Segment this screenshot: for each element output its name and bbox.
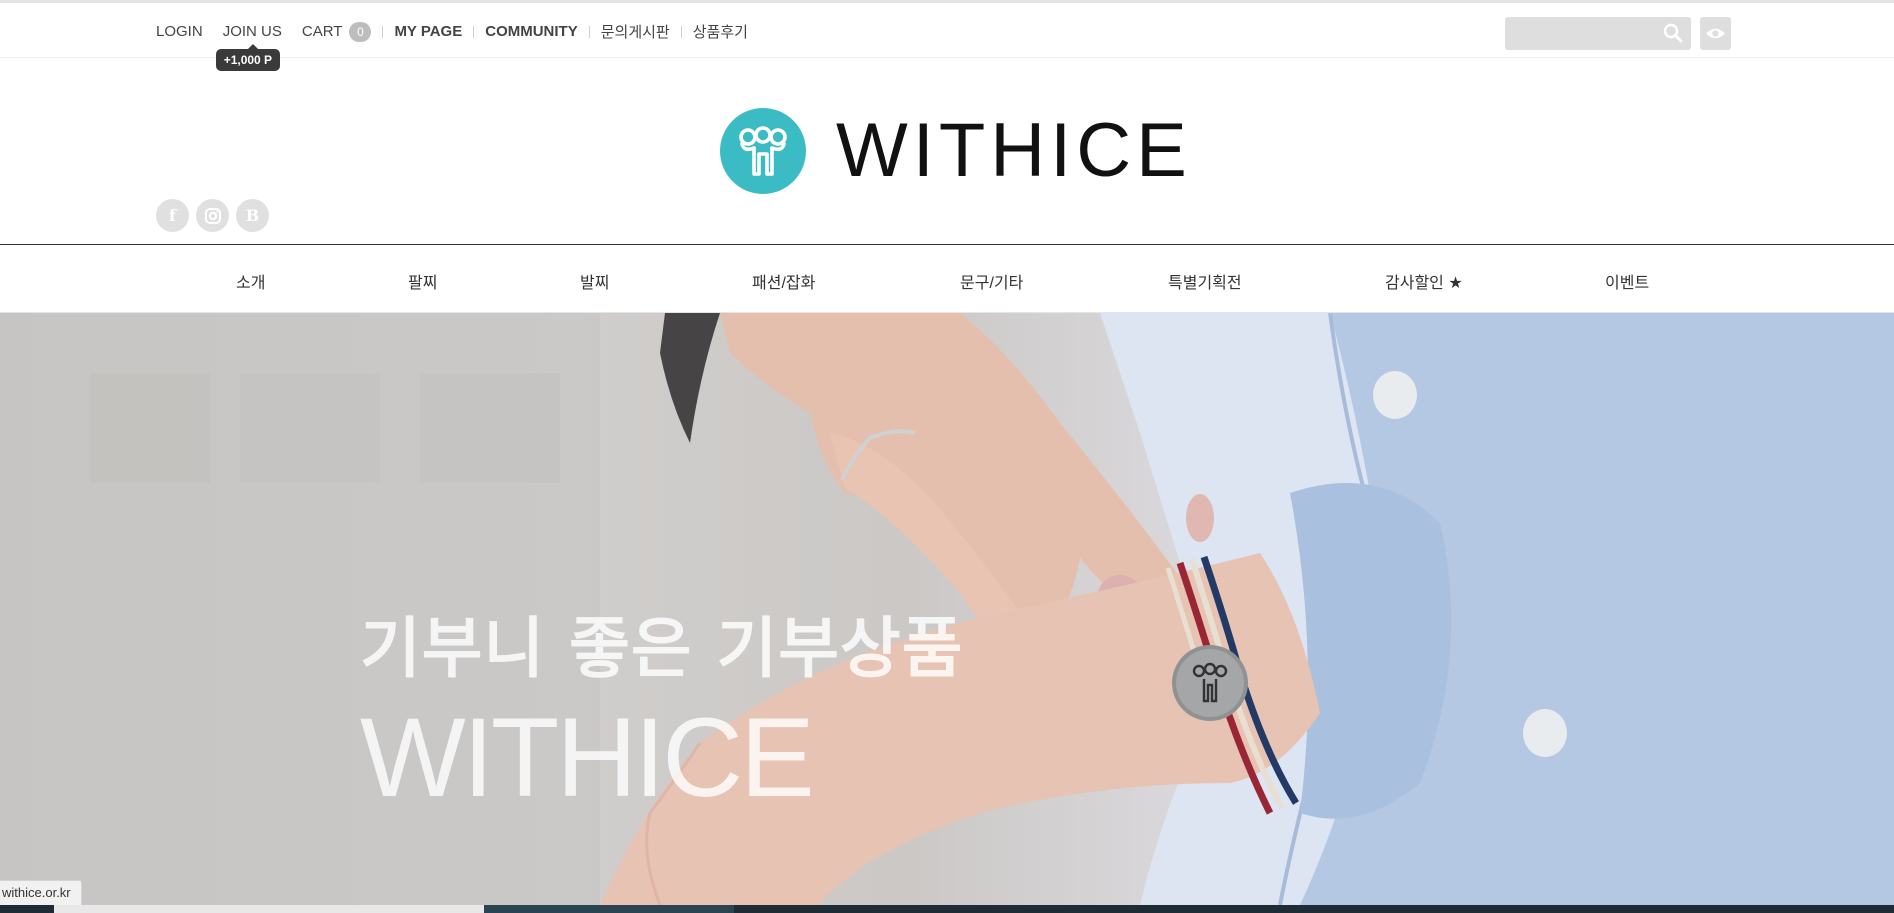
blog-icon[interactable]: B xyxy=(236,199,269,232)
join-us-link[interactable]: JOIN US xyxy=(223,23,282,40)
search-input[interactable] xyxy=(1505,17,1675,50)
strip-segment xyxy=(54,905,484,913)
nav-item-fashion[interactable]: 패션/잡화 xyxy=(752,269,815,293)
utility-menu: LOGIN JOIN US +1,000 P CART 0 MY PAGE COM… xyxy=(156,21,748,71)
logo-text: WITHICE xyxy=(836,108,1192,193)
withice-logo-icon xyxy=(720,108,806,194)
hero-banner[interactable]: 기부니 좋은 기부상품 WITHICE xyxy=(0,313,1894,905)
nav-item-bracelets[interactable]: 팔찌 xyxy=(408,269,437,293)
nav-item-special[interactable]: 특별기획전 xyxy=(1168,269,1242,293)
hero-headline: 기부니 좋은 기부상품 xyxy=(360,610,964,687)
site-logo[interactable]: WITHICE xyxy=(720,108,1192,194)
nav-item-events[interactable]: 이벤트 xyxy=(1605,269,1649,293)
nav-item-about[interactable]: 소개 xyxy=(236,269,265,293)
facebook-icon[interactable]: f xyxy=(156,199,189,232)
nav-item-sale[interactable]: 감사할인 ★ xyxy=(1385,269,1463,293)
top-utility-bar: LOGIN JOIN US +1,000 P CART 0 MY PAGE COM… xyxy=(0,0,1894,71)
cart-link[interactable]: CART 0 xyxy=(301,21,372,42)
eye-icon[interactable] xyxy=(1700,17,1731,50)
community-link[interactable]: COMMUNITY xyxy=(485,23,578,40)
divider xyxy=(588,25,590,38)
nav-item-anklets[interactable]: 발찌 xyxy=(580,269,609,293)
hero-brand-text: WITHICE xyxy=(360,695,815,820)
nav-item-stationery[interactable]: 문구/기타 xyxy=(960,269,1023,293)
strip-segment xyxy=(484,905,734,913)
login-link[interactable]: LOGIN xyxy=(156,23,203,40)
join-us-wrapper: JOIN US +1,000 P xyxy=(215,23,282,71)
join-points-tooltip: +1,000 P xyxy=(215,44,281,71)
my-page-link[interactable]: MY PAGE xyxy=(394,23,462,40)
next-banner-strip xyxy=(0,905,1894,913)
social-links: f B xyxy=(156,199,269,232)
search-box xyxy=(1505,17,1691,50)
divider xyxy=(382,25,384,38)
divider xyxy=(473,25,475,38)
main-navigation: 소개 팔찌 발찌 패션/잡화 문구/기타 특별기획전 감사할인 ★ 이벤트 xyxy=(0,244,1894,313)
instagram-icon[interactable] xyxy=(196,199,229,232)
cart-label: CART xyxy=(301,22,343,40)
cart-count-badge: 0 xyxy=(349,21,372,42)
search-icon[interactable] xyxy=(1663,23,1683,43)
reviews-link[interactable]: 상품후기 xyxy=(693,21,748,42)
divider xyxy=(680,25,682,38)
inquiry-board-link[interactable]: 문의게시판 xyxy=(601,21,670,42)
status-bar-url: withice.or.kr xyxy=(0,880,82,906)
